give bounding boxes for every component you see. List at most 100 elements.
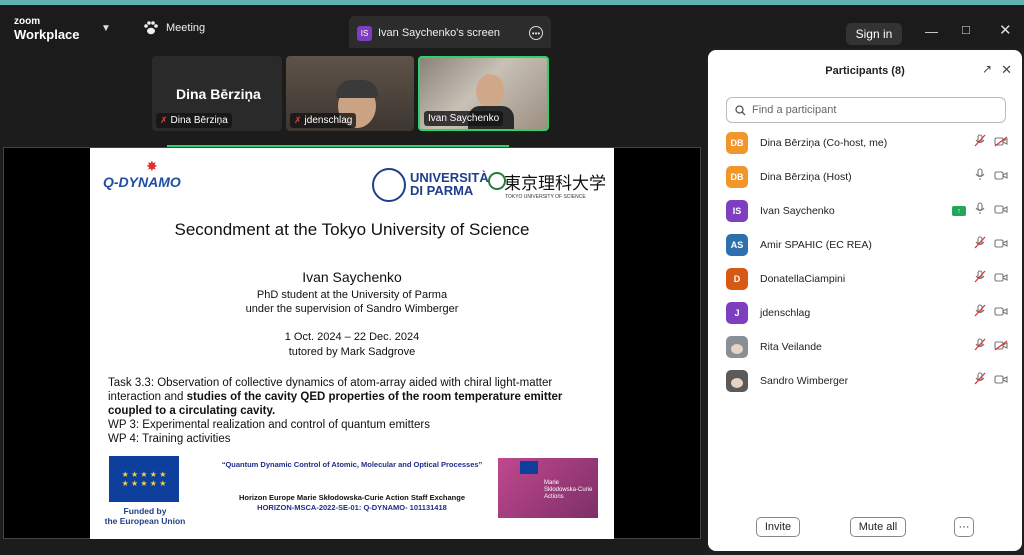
participant-name: jdenschlag [760, 307, 811, 319]
participant-video [476, 74, 504, 108]
video-off-icon[interactable] [994, 134, 1008, 152]
participant-row[interactable]: Sandro Wimberger [726, 368, 1008, 394]
meeting-stage: Dina Bērziņa ✗ Dina Bērziņa ✗ jdenschlag… [0, 48, 706, 555]
tile-name-tag: ✗ jdenschlag [290, 113, 357, 128]
tus-subtitle: TOKYO UNIVERSITY OF SCIENCE [505, 194, 586, 200]
participant-name: Rita Veilande [760, 341, 822, 353]
wp4-line: WP 4: Training activities [108, 433, 231, 445]
minimize-icon[interactable]: — [925, 24, 938, 39]
parma-seal-icon [372, 168, 406, 202]
video-tile-dina[interactable]: Dina Bērziņa ✗ Dina Bērziņa [152, 56, 282, 131]
grant-line: HORIZON-MSCA-2022-SE-01: Q-DYNAMO- 10113… [257, 503, 447, 512]
more-options-icon[interactable]: ••• [529, 26, 543, 40]
eu-flag-icon: ★ ★ ★ ★ ★ ★ ★ ★ ★ ★ [109, 456, 179, 502]
maximize-icon[interactable]: □ [962, 22, 970, 37]
participant-row[interactable]: DB Dina Bērziņa (Co-host, me) [726, 130, 1008, 156]
slide-title: Secondment at the Tokyo University of Sc… [174, 220, 530, 239]
slide-tutor: tutored by Mark Sadgrove [288, 346, 416, 358]
participant-search[interactable] [726, 97, 1006, 123]
chevron-down-icon[interactable]: ▼ [101, 23, 111, 34]
sign-in-button[interactable]: Sign in [846, 23, 902, 45]
participant-row[interactable]: Rita Veilande [726, 334, 1008, 360]
mic-muted-icon[interactable] [974, 236, 986, 254]
tile-name: Dina Bērziņa [170, 115, 228, 126]
participant-status-icons [974, 338, 1008, 356]
brand-bottom: Workplace [14, 27, 80, 42]
close-window-icon[interactable]: ✕ [999, 21, 1012, 39]
avatar [726, 370, 748, 392]
participant-row[interactable]: AS Amir SPAHIC (EC REA) [726, 232, 1008, 258]
sharer-avatar: IS [357, 25, 372, 41]
mute-all-button[interactable]: Mute all [850, 517, 906, 537]
video-icon[interactable] [994, 304, 1008, 322]
mic-muted-icon[interactable] [974, 372, 986, 390]
msca-text-2: Skłodowska-Curie [544, 487, 593, 493]
msca-text-3: Actions [544, 494, 564, 500]
shared-screen[interactable]: ✸ Q-DYNAMO UNIVERSITÀ DI PARMA 東京理科大学 TO… [3, 147, 701, 539]
participant-row[interactable]: IS Ivan Saychenko ↑ [726, 198, 1008, 224]
participant-name: Sandro Wimberger [760, 375, 849, 387]
project-title: “Quantum Dynamic Control of Atomic, Mole… [221, 460, 483, 469]
mic-muted-icon: ✗ [160, 115, 168, 125]
parma-logo: UNIVERSITÀ DI PARMA [410, 171, 489, 197]
tab-shared-screen[interactable]: IS Ivan Saychenko's screen ••• [349, 16, 551, 50]
search-input[interactable] [752, 104, 992, 116]
tile-name-tag: Ivan Saychenko [424, 111, 504, 126]
meeting-tab[interactable]: Meeting [143, 21, 205, 35]
headset-shape [336, 80, 378, 98]
mic-muted-icon[interactable] [974, 270, 986, 288]
mic-muted-icon[interactable] [974, 338, 986, 356]
more-button[interactable]: ··· [954, 517, 974, 537]
paw-icon [144, 21, 158, 35]
panel-title: Participants (8) [825, 65, 905, 77]
tile-name-tag: ✗ Dina Bērziņa [156, 113, 232, 128]
participant-row[interactable]: DB Dina Bērziņa (Host) [726, 164, 1008, 190]
participant-name: Dina Bērziņa (Co-host, me) [760, 137, 888, 149]
horizon-line: Horizon Europe Marie Skłodowska-Curie Ac… [238, 493, 465, 502]
slide-presenter: Ivan Saychenko [302, 269, 402, 285]
participant-row[interactable]: Jjdenschlag [726, 300, 1008, 326]
slide-role-1: PhD student at the University of Parma [256, 289, 448, 301]
eu-funded-1: Funded by [123, 506, 167, 516]
mic-icon[interactable] [974, 168, 986, 186]
participant-name: DonatellaCiampini [760, 273, 846, 285]
invite-button[interactable]: Invite [756, 517, 800, 537]
video-icon[interactable] [994, 202, 1008, 220]
mic-muted-icon: ✗ [294, 115, 302, 125]
msca-text-1: Marie [544, 480, 560, 486]
participant-name: Dina Bērziņa (Host) [760, 171, 852, 183]
avatar: D [726, 268, 748, 290]
close-icon[interactable]: ✕ [1001, 62, 1012, 78]
participant-name: Ivan Saychenko [760, 205, 835, 217]
participant-status-icons: ↑ [952, 202, 1008, 220]
eu-flag-small-icon [520, 461, 538, 474]
video-off-icon[interactable] [994, 338, 1008, 356]
video-icon[interactable] [994, 372, 1008, 390]
video-icon[interactable] [994, 236, 1008, 254]
avatar: IS [726, 200, 748, 222]
mic-muted-icon[interactable] [974, 134, 986, 152]
participant-row[interactable]: D DonatellaCiampini [726, 266, 1008, 292]
zoom-logo: zoom Workplace [14, 16, 80, 41]
participant-status-icons [974, 372, 1008, 390]
msca-label: Marie Skłodowska-Curie Actions [544, 480, 592, 501]
video-icon[interactable] [994, 270, 1008, 288]
participant-status-icons [974, 168, 1008, 186]
avatar: J [726, 302, 748, 324]
video-tile-jdenschlag[interactable]: ✗ jdenschlag [286, 56, 414, 131]
pop-out-icon[interactable]: ↗ [982, 62, 992, 76]
video-icon[interactable] [994, 168, 1008, 186]
participant-status-icons [974, 134, 1008, 152]
video-tile-ivan[interactable]: Ivan Saychenko [418, 56, 549, 131]
avatar: AS [726, 234, 748, 256]
tile-name: jdenschlag [304, 115, 353, 126]
tile-display-name: Dina Bērziņa [176, 86, 261, 102]
tile-name: Ivan Saychenko [428, 113, 500, 124]
avatar: DB [726, 132, 748, 154]
mic-muted-icon[interactable] [974, 304, 986, 322]
participants-panel: Participants (8) ↗ ✕ DB Dina Bērziņa (Co-… [708, 50, 1022, 551]
mic-icon[interactable] [974, 202, 986, 220]
wp3-line: WP 3: Experimental realization and contr… [108, 419, 430, 431]
task-line: Task 3.3: Observation of collective dyna… [108, 376, 598, 418]
msca-logo: Marie Skłodowska-Curie Actions [498, 458, 598, 518]
